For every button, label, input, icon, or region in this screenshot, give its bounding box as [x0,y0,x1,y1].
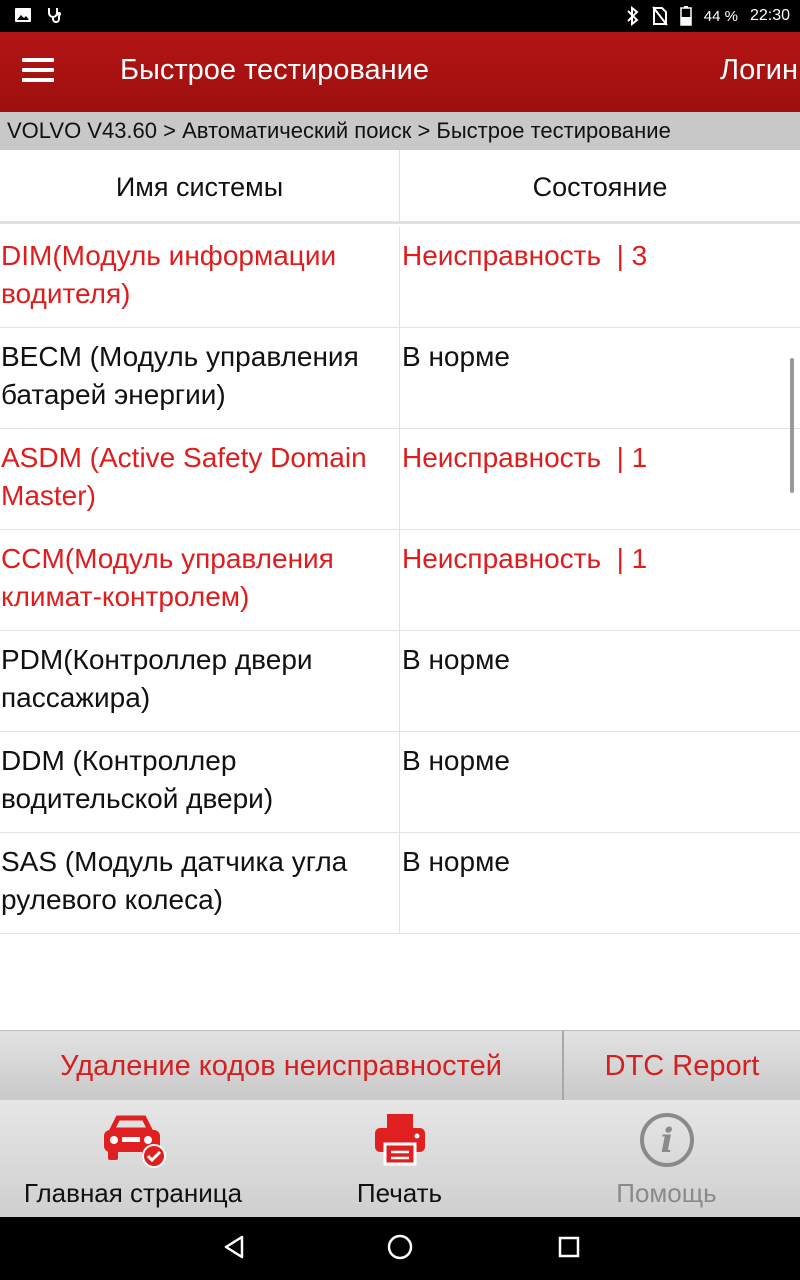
action-bar: Удаление кодов неисправностей DTC Report [0,1030,800,1101]
system-state: В норме [402,644,510,675]
stethoscope-icon [46,6,64,24]
nav-print[interactable]: Печать [266,1100,533,1217]
scrollbar[interactable] [790,358,794,493]
bluetooth-icon [626,6,640,26]
home-icon[interactable] [386,1233,414,1266]
breadcrumb: VOLVO V43.60 > Автоматический поиск > Бы… [0,112,800,150]
system-state: В норме [402,846,510,877]
column-header-system-name: Имя системы [0,150,400,221]
system-name: DIM(Модуль информации водителя) [0,227,400,327]
nav-home-label: Главная страница [23,1178,243,1208]
hamburger-menu-icon[interactable] [22,54,62,90]
system-name: CCM(Модуль управления климат-контролем) [0,530,400,630]
table-row[interactable]: DDM (Контроллер водительской двери) В но… [0,732,800,833]
info-icon: i [639,1112,695,1173]
recents-icon[interactable] [555,1233,583,1266]
column-header-state: Состояние [532,172,668,202]
system-state: Неисправность | 3 [402,240,648,271]
nav-home[interactable]: Главная страница [0,1100,266,1217]
nav-help-label: Помощь [616,1178,717,1208]
system-state: Неисправность | 1 [402,442,648,473]
system-name: SAS (Модуль датчика угла рулевого колеса… [0,833,400,933]
system-state: Неисправность | 1 [402,543,648,574]
system-name: ASDM (Active Safety Domain Master) [0,429,400,529]
image-icon [14,6,32,24]
table-row[interactable]: CCM(Модуль управления климат-контролем) … [0,530,800,631]
table-row[interactable]: BECM (Модуль управления батарей энергии)… [0,328,800,429]
system-state: В норме [402,745,510,776]
clock: 22:30 [749,7,790,24]
printer-icon [373,1112,427,1171]
nav-help[interactable]: i Помощь [533,1100,800,1217]
nav-print-label: Печать [356,1178,443,1208]
battery-percent: 44 % [703,7,738,25]
page-title: Быстрое тестирование [120,54,429,86]
no-sim-icon [651,6,668,26]
table-row[interactable]: DIM(Модуль информации водителя) Неисправ… [0,227,800,328]
clear-codes-button[interactable]: Удаление кодов неисправностей [0,1031,564,1101]
system-name: DDM (Контроллер водительской двери) [0,732,400,832]
system-state: В норме [402,341,510,372]
system-name: PDM(Контроллер двери пассажира) [0,631,400,731]
svg-text:i: i [660,1121,673,1161]
table-row[interactable]: SAS (Модуль датчика угла рулевого колеса… [0,833,800,934]
back-icon[interactable] [220,1233,248,1266]
system-list[interactable]: DIM(Модуль информации водителя) Неисправ… [0,227,800,1030]
table-header: Имя системы Состояние [0,150,800,224]
dtc-report-button[interactable]: DTC Report [564,1031,800,1101]
system-nav-bar [0,1217,800,1280]
system-name: BECM (Модуль управления батарей энергии) [0,328,400,428]
table-row[interactable]: PDM(Контроллер двери пассажира) В норме [0,631,800,732]
status-bar: 44 % 22:30 [0,0,800,32]
bottom-nav: Главная страница Печать i Помощь [0,1100,800,1217]
battery-icon [680,6,692,26]
table-row[interactable]: ASDM (Active Safety Domain Master) Неисп… [0,429,800,530]
login-button[interactable]: Логин [720,54,798,87]
app-bar: Быстрое тестирование Логин [0,32,800,112]
car-check-icon [100,1112,166,1173]
